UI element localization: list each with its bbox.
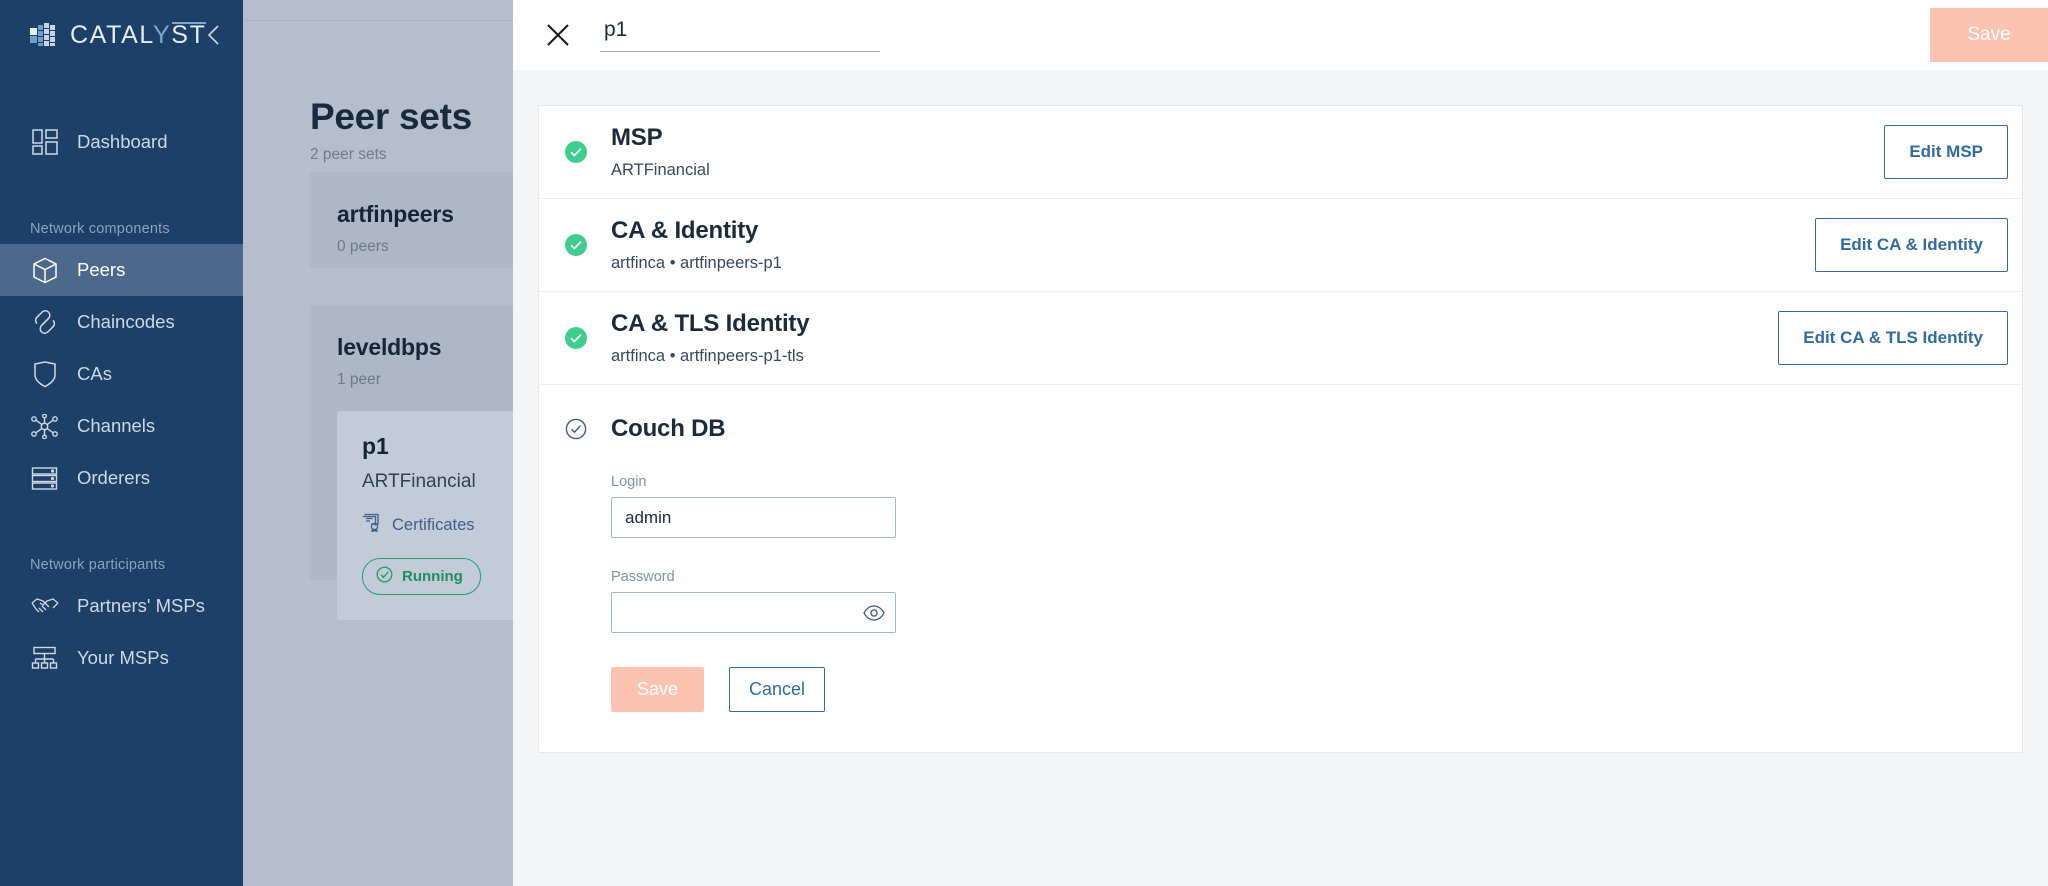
sidebar-item-partners-msps[interactable]: Partners' MSPs [0,580,243,632]
row-title: CA & Identity [611,217,759,244]
row-msp: MSP ARTFinancial Edit MSP [539,106,2022,199]
login-label: Login [611,474,647,490]
check-circle-outline-icon [562,418,590,440]
couch-db-actions: Save Cancel [611,667,2022,712]
sidebar: CATALYST Dashboard Network components Pe… [0,0,243,886]
brand-name-accent: Y [153,20,172,49]
login-input[interactable] [611,497,896,538]
peer-sets-panel: Peer sets 2 peer sets artfinpeers 0 peer… [243,0,610,886]
eye-icon[interactable] [862,601,886,625]
peer-edit-modal: Save MSP ARTFinancial Edit MS [513,0,2048,886]
sidebar-item-dashboard[interactable]: Dashboard [0,116,243,168]
certificates-label: Certificates [392,515,475,534]
sidebar-item-label: Dashboard [77,131,168,152]
peer-name-input[interactable] [600,18,880,52]
edit-ca-identity-button[interactable]: Edit CA & Identity [1815,218,2008,272]
panel-divider [243,20,513,21]
modal-body: MSP ARTFinancial Edit MSP CA & Identity … [513,70,2048,753]
row-ca-identity: CA & Identity artfinca • artfinpeers-p1 … [539,199,2022,292]
sidebar-item-label: Orderers [77,467,150,488]
row-texts: MSP ARTFinancial [611,124,1884,180]
sidebar-item-label: Your MSPs [77,647,169,668]
sidebar-item-cas[interactable]: CAs [0,348,243,400]
login-field-group: Login [611,474,896,538]
couch-save-button[interactable]: Save [611,667,704,712]
check-circle-filled-icon [562,141,590,163]
save-button-top[interactable]: Save [1930,8,2048,62]
row-ca-tls-identity: CA & TLS Identity artfinca • artfinpeers… [539,292,2022,385]
sidebar-section-network-participants: Network participants [30,557,166,573]
close-x-icon[interactable] [541,18,575,52]
sidebar-item-label: Peers [77,259,126,280]
password-input[interactable] [611,592,896,633]
sidebar-item-label: Channels [77,415,156,436]
couch-db-title: Couch DB [611,415,726,442]
row-subtitle: artfinca • artfinpeers-p1-tls [611,347,804,365]
app-root: CATALYST Dashboard Network components Pe… [0,0,2048,886]
handshake-icon [30,592,59,621]
couch-db-header: Couch DB [562,415,2022,443]
sidebar-item-peers[interactable]: Peers [0,244,243,296]
network-nodes-icon [30,412,59,441]
status-label: Running [402,568,463,585]
modal-header: Save [513,0,2048,70]
org-tree-icon [30,644,59,673]
status-badge: Running [362,558,481,595]
sidebar-item-channels[interactable]: Channels [0,400,243,452]
peer-details-card: MSP ARTFinancial Edit MSP CA & Identity … [538,105,2023,753]
row-subtitle: ARTFinancial [611,161,710,179]
row-title: MSP [611,124,663,151]
certificate-icon [362,513,381,537]
shield-icon [30,360,59,389]
check-circle-filled-icon [562,327,590,349]
dashboard-grid-icon [30,128,59,157]
couch-db-section: Couch DB Login Password [539,385,2022,752]
sidebar-item-chaincodes[interactable]: Chaincodes [0,296,243,348]
password-label: Password [611,569,675,585]
edit-msp-button[interactable]: Edit MSP [1884,125,2008,179]
brand-name-main: CATAL [70,20,154,49]
row-texts: CA & Identity artfinca • artfinpeers-p1 [611,217,1815,273]
server-stack-icon [30,464,59,493]
chevron-left-icon[interactable] [200,21,228,49]
brand-wordmark: CATALYST [70,20,207,50]
sidebar-item-label: CAs [77,363,112,384]
sidebar-item-your-msps[interactable]: Your MSPs [0,632,243,684]
couch-cancel-button[interactable]: Cancel [729,667,825,712]
check-circle-icon [376,566,393,587]
cube-icon [30,256,59,285]
row-texts: CA & TLS Identity artfinca • artfinpeers… [611,310,1778,366]
check-circle-filled-icon [562,234,590,256]
sidebar-item-label: Partners' MSPs [77,595,205,616]
row-subtitle: artfinca • artfinpeers-p1 [611,254,782,272]
cube-grid-logo-icon [30,22,57,48]
edit-ca-tls-identity-button[interactable]: Edit CA & TLS Identity [1778,311,2008,365]
sidebar-item-label: Chaincodes [77,311,175,332]
sidebar-item-orderers[interactable]: Orderers [0,452,243,504]
sidebar-section-network-components: Network components [30,221,170,237]
link-chain-icon [30,308,59,337]
row-title: CA & TLS Identity [611,310,810,337]
password-field-group: Password [611,569,896,633]
